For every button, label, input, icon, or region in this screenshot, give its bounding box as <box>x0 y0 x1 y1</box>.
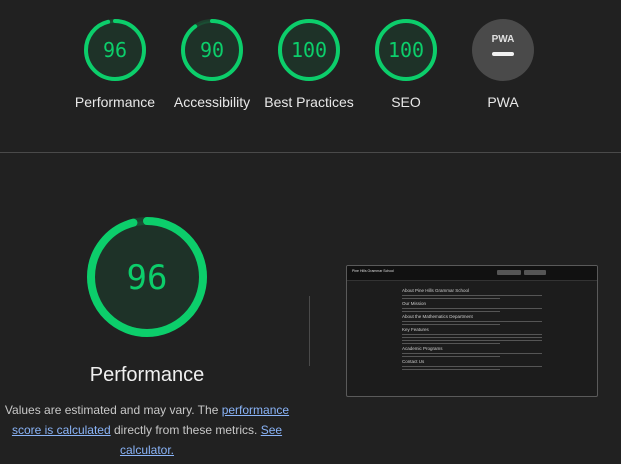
description-prefix: Values are estimated and may vary. The <box>4 403 222 417</box>
performance-big-score: 96 <box>127 258 168 298</box>
page-screenshot-thumbnail[interactable]: Pine Hills Grammar School About Pine Hil… <box>346 265 598 397</box>
gauge-performance[interactable]: 96 Performance <box>65 18 165 112</box>
gauge-accessibility[interactable]: 90 Accessibility <box>162 18 262 112</box>
gauge-seo-score: 100 <box>388 38 424 62</box>
thumbnail-heading: Our Mission <box>402 301 427 306</box>
thumbnail-text-line <box>402 320 542 322</box>
gauge-best-practices-label: Best Practices <box>264 94 354 110</box>
thumbnail-text-line <box>402 336 542 338</box>
thumbnail-text-line <box>402 365 542 367</box>
thumbnail-nav-button-1 <box>497 270 521 275</box>
thumbnail-content: About Pine Hills Grammar School Our Missi… <box>402 286 542 372</box>
thumbnail-text-line <box>402 294 542 296</box>
performance-score-gauge: 96 <box>86 216 208 338</box>
thumbnail-text-line <box>402 307 542 309</box>
category-gauges: 96 Performance 90 Accessibility 100 Best Pr… <box>0 0 621 152</box>
thumbnail-text-line <box>402 297 500 299</box>
thumbnail-heading: Key Features <box>402 327 429 332</box>
gauge-accessibility-ring: 90 <box>181 19 243 81</box>
thumbnail-brand: Pine Hills Grammar School <box>352 269 395 273</box>
thumbnail-heading: Academic Programs <box>402 346 443 351</box>
thumbnail-nav-button-2 <box>524 270 546 275</box>
description-middle: directly from these metrics. <box>110 423 261 437</box>
thumbnail-text-line <box>402 342 500 344</box>
gauge-performance-score: 96 <box>103 38 127 62</box>
gauge-performance-ring: 96 <box>84 19 146 81</box>
gauge-best-practices[interactable]: 100 Best Practices <box>259 18 359 112</box>
vertical-divider <box>309 296 310 366</box>
thumbnail-navbar: Pine Hills Grammar School <box>347 266 597 281</box>
score-description: Values are estimated and may vary. The p… <box>0 400 294 460</box>
thumbnail-heading: Contact Us <box>402 359 425 364</box>
thumbnail-text-line <box>402 368 500 370</box>
performance-title: Performance <box>89 364 205 386</box>
thumbnail-heading: About Pine Hills Grammar School <box>402 288 470 293</box>
gauge-accessibility-score: 90 <box>200 38 224 62</box>
gauge-pwa[interactable]: PWA PWA <box>453 18 553 112</box>
gauge-pwa-label: PWA <box>487 94 519 110</box>
gauge-seo-ring: 100 <box>375 19 437 81</box>
gauge-performance-label: Performance <box>74 94 156 110</box>
thumbnail-text-line <box>402 352 542 354</box>
gauge-accessibility-label: Accessibility <box>173 94 251 110</box>
thumbnail-text-line <box>402 323 500 325</box>
pwa-logo-text: PWA <box>492 34 515 45</box>
thumbnail-text-line <box>402 339 542 341</box>
thumbnail-text-line <box>402 355 500 357</box>
pwa-dash-icon <box>492 52 514 56</box>
gauge-seo[interactable]: 100 SEO <box>356 18 456 112</box>
gauge-seo-label: SEO <box>391 94 421 110</box>
gauge-best-practices-ring: 100 <box>278 19 340 81</box>
performance-big-ring: 96 <box>87 217 207 337</box>
thumbnail-text-line <box>402 333 542 335</box>
gauge-best-practices-score: 100 <box>291 38 327 62</box>
pwa-icon: PWA <box>472 19 534 81</box>
thumbnail-text-line <box>402 310 500 312</box>
section-divider <box>0 152 621 153</box>
thumbnail-heading: About the Mathematics Department <box>402 314 473 319</box>
